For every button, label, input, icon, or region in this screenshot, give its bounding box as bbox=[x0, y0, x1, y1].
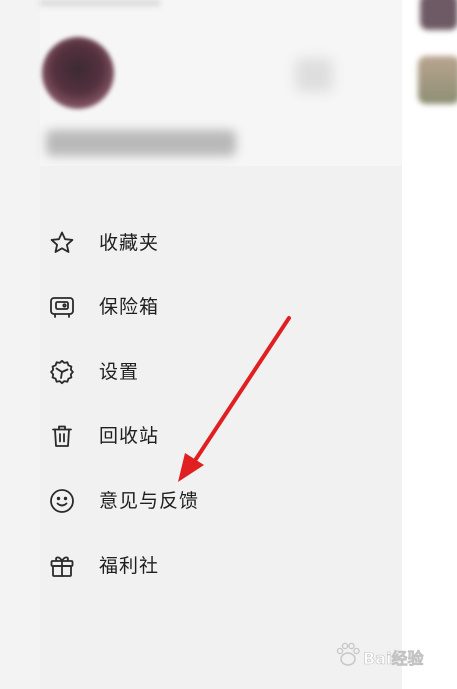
drawer-edge bbox=[0, 0, 40, 689]
qr-code-icon[interactable] bbox=[295, 58, 333, 92]
menu-item-settings[interactable]: 设置 bbox=[40, 342, 402, 402]
trash-icon bbox=[48, 422, 76, 450]
background-content-area bbox=[402, 166, 457, 689]
menu-item-safe[interactable]: 保险箱 bbox=[40, 277, 402, 337]
gift-icon bbox=[48, 552, 76, 580]
menu-item-trash[interactable]: 回收站 bbox=[40, 406, 402, 466]
avatar bbox=[418, 56, 457, 104]
menu-item-label: 设置 bbox=[99, 361, 140, 383]
profile-header[interactable] bbox=[40, 0, 402, 166]
avatar bbox=[420, 0, 457, 30]
menu-item-label: 意见与反馈 bbox=[99, 490, 200, 512]
background-content-peek[interactable] bbox=[402, 0, 457, 689]
menu-item-label: 收藏夹 bbox=[99, 232, 160, 254]
avatar[interactable] bbox=[42, 37, 114, 109]
settings-icon bbox=[48, 358, 76, 386]
smiley-icon bbox=[48, 487, 76, 515]
username-blurred bbox=[46, 130, 236, 156]
status-bar-blurred bbox=[40, 0, 160, 6]
menu-item-welfare[interactable]: 福利社 bbox=[40, 536, 402, 596]
safe-icon bbox=[48, 293, 76, 321]
side-drawer: 收藏夹 保险箱 设置 回收站 意见与反馈 福利社 bbox=[0, 0, 402, 689]
menu-item-favorites[interactable]: 收藏夹 bbox=[40, 213, 402, 273]
menu-item-label: 回收站 bbox=[99, 425, 160, 447]
menu-item-feedback[interactable]: 意见与反馈 bbox=[40, 471, 402, 531]
menu-item-label: 保险箱 bbox=[99, 296, 160, 318]
menu-item-label: 福利社 bbox=[99, 555, 160, 577]
star-icon bbox=[48, 229, 76, 257]
